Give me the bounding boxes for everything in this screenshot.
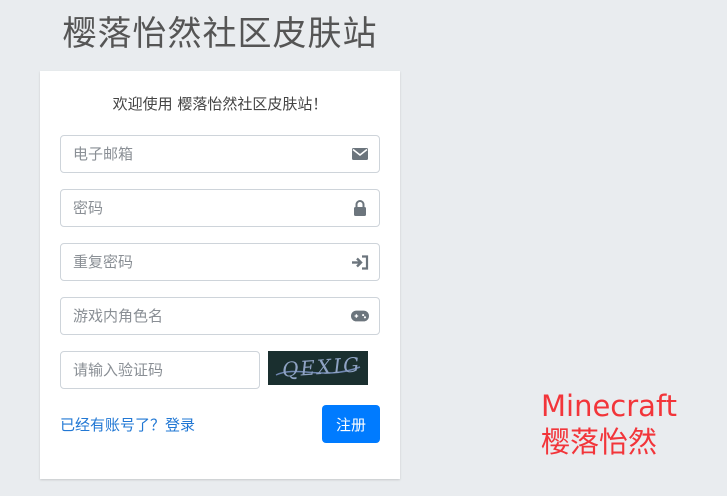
- password-input[interactable]: [61, 190, 341, 226]
- gamepad-icon: [351, 307, 369, 325]
- brand-logo: Minecraft 樱落怡然: [541, 388, 677, 460]
- captcha-input[interactable]: [61, 352, 257, 388]
- brand-line-1: Minecraft: [541, 389, 678, 423]
- email-input[interactable]: [61, 136, 341, 172]
- lock-icon: [351, 199, 369, 217]
- player-name-input[interactable]: [61, 298, 341, 334]
- envelope-icon: [351, 145, 369, 163]
- password-field[interactable]: [60, 189, 380, 227]
- register-card: 欢迎使用 樱落怡然社区皮肤站！ 电子邮箱 游戏内角色名 请输入验证码 QEXIG…: [40, 71, 400, 479]
- captcha-field[interactable]: [60, 351, 260, 389]
- brand-line-2: 樱落怡然: [541, 425, 658, 459]
- register-button[interactable]: 注册: [322, 405, 380, 443]
- confirm-password-input[interactable]: [61, 244, 341, 280]
- login-link[interactable]: 已经有账号了？登录: [60, 414, 195, 435]
- sign-in-icon: [351, 253, 369, 271]
- confirm-password-field[interactable]: [60, 243, 380, 281]
- captcha-image[interactable]: QEXIG: [268, 351, 368, 385]
- welcome-message: 欢迎使用 樱落怡然社区皮肤站！: [112, 95, 328, 113]
- site-title: 樱落怡然社区皮肤站: [62, 14, 378, 54]
- email-field[interactable]: [60, 135, 380, 173]
- player-name-field[interactable]: [60, 297, 380, 335]
